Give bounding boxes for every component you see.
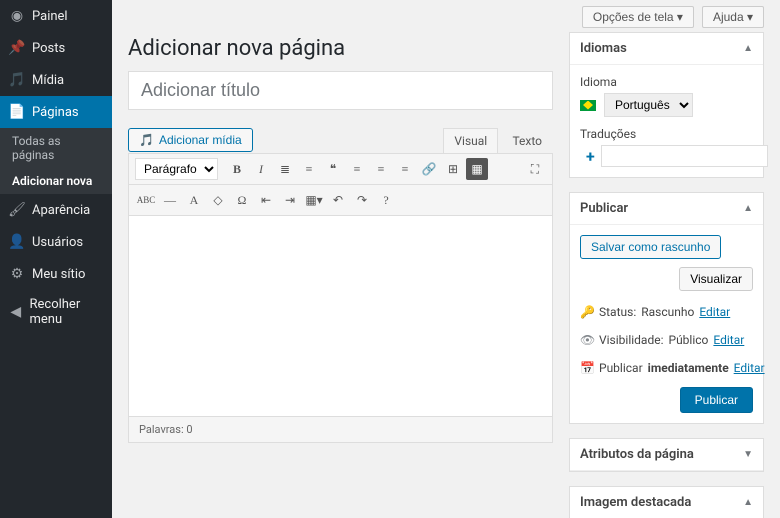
media-icon: 🎵 <box>139 133 154 147</box>
submenu-add-new[interactable]: Adicionar nova <box>0 168 112 194</box>
pages-icon: 📄 <box>8 103 26 121</box>
toolbar-toggle-button[interactable]: ▦ <box>466 158 488 180</box>
help-button[interactable]: Ajuda ▾ <box>702 6 764 28</box>
align-right-button[interactable]: ≡ <box>394 158 416 180</box>
tab-visual[interactable]: Visual <box>443 128 498 153</box>
edit-schedule-link[interactable]: Editar <box>734 361 765 375</box>
flag-br-icon <box>580 100 596 111</box>
ol-button[interactable]: ≡ <box>298 158 320 180</box>
page-attributes-box: Atributos da página▼ <box>569 438 764 472</box>
editor-canvas[interactable] <box>129 216 552 416</box>
ul-button[interactable]: ≣ <box>274 158 296 180</box>
textcolor-button[interactable]: A <box>183 189 205 211</box>
word-count: Palavras: 0 <box>128 417 553 443</box>
special-char-button[interactable]: Ω <box>231 189 253 211</box>
collapse-icon: ◀ <box>8 303 23 321</box>
sidebar-item-posts[interactable]: 📌Posts <box>0 32 112 64</box>
align-left-button[interactable]: ≡ <box>346 158 368 180</box>
appearance-icon: 🖌 <box>8 201 26 219</box>
expand-icon: ▼ <box>743 449 753 460</box>
sidebar-item-collapse[interactable]: ◀Recolher menu <box>0 290 112 334</box>
main-area: Opções de tela ▾ Ajuda ▾ Adicionar nova … <box>112 0 780 518</box>
sidebar-submenu: Todas as páginas Adicionar nova <box>0 128 112 194</box>
format-select[interactable]: Parágrafo <box>135 158 218 180</box>
screen-options-button[interactable]: Opções de tela ▾ <box>582 6 694 28</box>
table-button[interactable]: ▦▾ <box>303 189 325 211</box>
calendar-icon: 📅 <box>580 361 594 375</box>
outdent-button[interactable]: ⇤ <box>255 189 277 211</box>
collapse-icon: ▲ <box>743 43 753 54</box>
page-title: Adicionar nova página <box>128 36 553 61</box>
indent-button[interactable]: ⇥ <box>279 189 301 211</box>
key-icon: 🔑 <box>580 305 594 319</box>
sidebar-item-paginas[interactable]: 📄Páginas <box>0 96 112 128</box>
fullscreen-button[interactable]: ⛶ <box>524 158 546 180</box>
publish-box-header[interactable]: Publicar▲ <box>570 193 763 225</box>
sidebar-item-midia[interactable]: 🎵Mídia <box>0 64 112 96</box>
collapse-icon: ▲ <box>743 497 753 508</box>
title-input[interactable] <box>128 71 553 110</box>
italic-button[interactable]: I <box>250 158 272 180</box>
align-center-button[interactable]: ≡ <box>370 158 392 180</box>
featured-image-box: Imagem destacada▲ Definir imagem destaca… <box>569 486 764 518</box>
link-button[interactable]: 🔗 <box>418 158 440 180</box>
collapse-icon: ▲ <box>743 203 753 214</box>
sidebar-item-painel[interactable]: ◉Painel <box>0 0 112 32</box>
languages-box-header[interactable]: Idiomas▲ <box>570 33 763 65</box>
status-row: 🔑 Status: Rascunho Editar <box>580 305 753 319</box>
page-attributes-header[interactable]: Atributos da página▼ <box>570 439 763 471</box>
undo-button[interactable]: ↶ <box>327 189 349 211</box>
toolbar-row-1: Parágrafo B I ≣ ≡ ❝ ≡ ≡ ≡ 🔗 ⊞ ▦ ⛶ <box>129 154 552 185</box>
publish-button[interactable]: Publicar <box>680 387 753 413</box>
editor-tabs: Visual Texto <box>443 128 553 153</box>
readmore-button[interactable]: ⊞ <box>442 158 464 180</box>
edit-visibility-link[interactable]: Editar <box>713 333 744 347</box>
language-select[interactable]: Português <box>604 93 693 117</box>
save-draft-button[interactable]: Salvar como rascunho <box>580 235 721 259</box>
visibility-row: 👁 Visibilidade: Público Editar <box>580 333 753 347</box>
bold-button[interactable]: B <box>226 158 248 180</box>
media-icon: 🎵 <box>8 71 26 89</box>
users-icon: 👤 <box>8 233 26 251</box>
languages-box: Idiomas▲ Idioma Português Traduções + <box>569 32 764 178</box>
eye-icon: 👁 <box>580 333 594 347</box>
sidebar-item-meu-sitio[interactable]: ⚙Meu sítio <box>0 258 112 290</box>
quote-button[interactable]: ❝ <box>322 158 344 180</box>
top-bar: Opções de tela ▾ Ajuda ▾ <box>112 0 780 28</box>
redo-button[interactable]: ↷ <box>351 189 373 211</box>
edit-status-link[interactable]: Editar <box>699 305 730 319</box>
sidebar-item-usuarios[interactable]: 👤Usuários <box>0 226 112 258</box>
toolbar-row-2: ABC — A ◇ Ω ⇤ ⇥ ▦▾ ↶ ↷ ? <box>129 185 552 216</box>
add-media-button[interactable]: 🎵Adicionar mídia <box>128 128 253 152</box>
strike-button[interactable]: ABC <box>135 189 157 211</box>
clear-format-button[interactable]: ◇ <box>207 189 229 211</box>
language-label: Idioma <box>580 75 753 89</box>
submenu-all-pages[interactable]: Todas as páginas <box>0 128 112 168</box>
publish-box: Publicar▲ Salvar como rascunho Visualiza… <box>569 192 764 424</box>
dashboard-icon: ◉ <box>8 7 26 25</box>
sidebar-item-aparencia[interactable]: 🖌Aparência <box>0 194 112 226</box>
add-translation-button[interactable]: + <box>586 147 595 166</box>
featured-image-header[interactable]: Imagem destacada▲ <box>570 487 763 518</box>
admin-sidebar: ◉Painel 📌Posts 🎵Mídia 📄Páginas Todas as … <box>0 0 112 518</box>
hr-button[interactable]: — <box>159 189 181 211</box>
settings-icon: ⚙ <box>8 265 26 283</box>
pin-icon: 📌 <box>8 39 26 57</box>
preview-button[interactable]: Visualizar <box>679 267 753 291</box>
tab-text[interactable]: Texto <box>501 128 553 153</box>
schedule-row: 📅 Publicar imediatamente Editar <box>580 361 753 375</box>
editor: Parágrafo B I ≣ ≡ ❝ ≡ ≡ ≡ 🔗 ⊞ ▦ ⛶ <box>128 153 553 417</box>
help-icon-button[interactable]: ? <box>375 189 397 211</box>
translation-input[interactable] <box>601 145 768 167</box>
translations-label: Traduções <box>580 127 753 141</box>
